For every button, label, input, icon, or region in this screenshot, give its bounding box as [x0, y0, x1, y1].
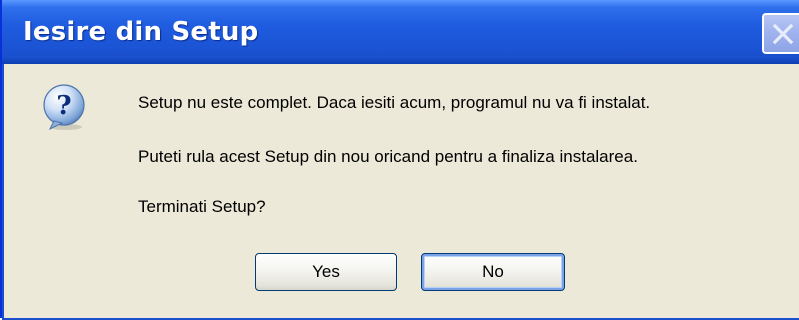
- close-icon: [770, 21, 796, 47]
- yes-button[interactable]: Yes: [255, 253, 397, 291]
- title-bar[interactable]: Iesire din Setup: [2, 0, 799, 64]
- message-line-2: Puteti rula acest Setup din nou oricand …: [138, 147, 638, 166]
- close-button[interactable]: [762, 13, 799, 54]
- dialog-title: Iesire din Setup: [23, 17, 259, 47]
- exit-setup-dialog: Iesire din Setup ? Setup nu este complet…: [0, 0, 799, 320]
- message-line-1: Setup nu este complet. Daca iesiti acum,…: [138, 93, 651, 112]
- svg-text:?: ?: [56, 91, 71, 121]
- no-button[interactable]: No: [421, 253, 565, 291]
- message-line-3: Terminati Setup?: [138, 197, 266, 216]
- question-icon: ?: [40, 83, 88, 131]
